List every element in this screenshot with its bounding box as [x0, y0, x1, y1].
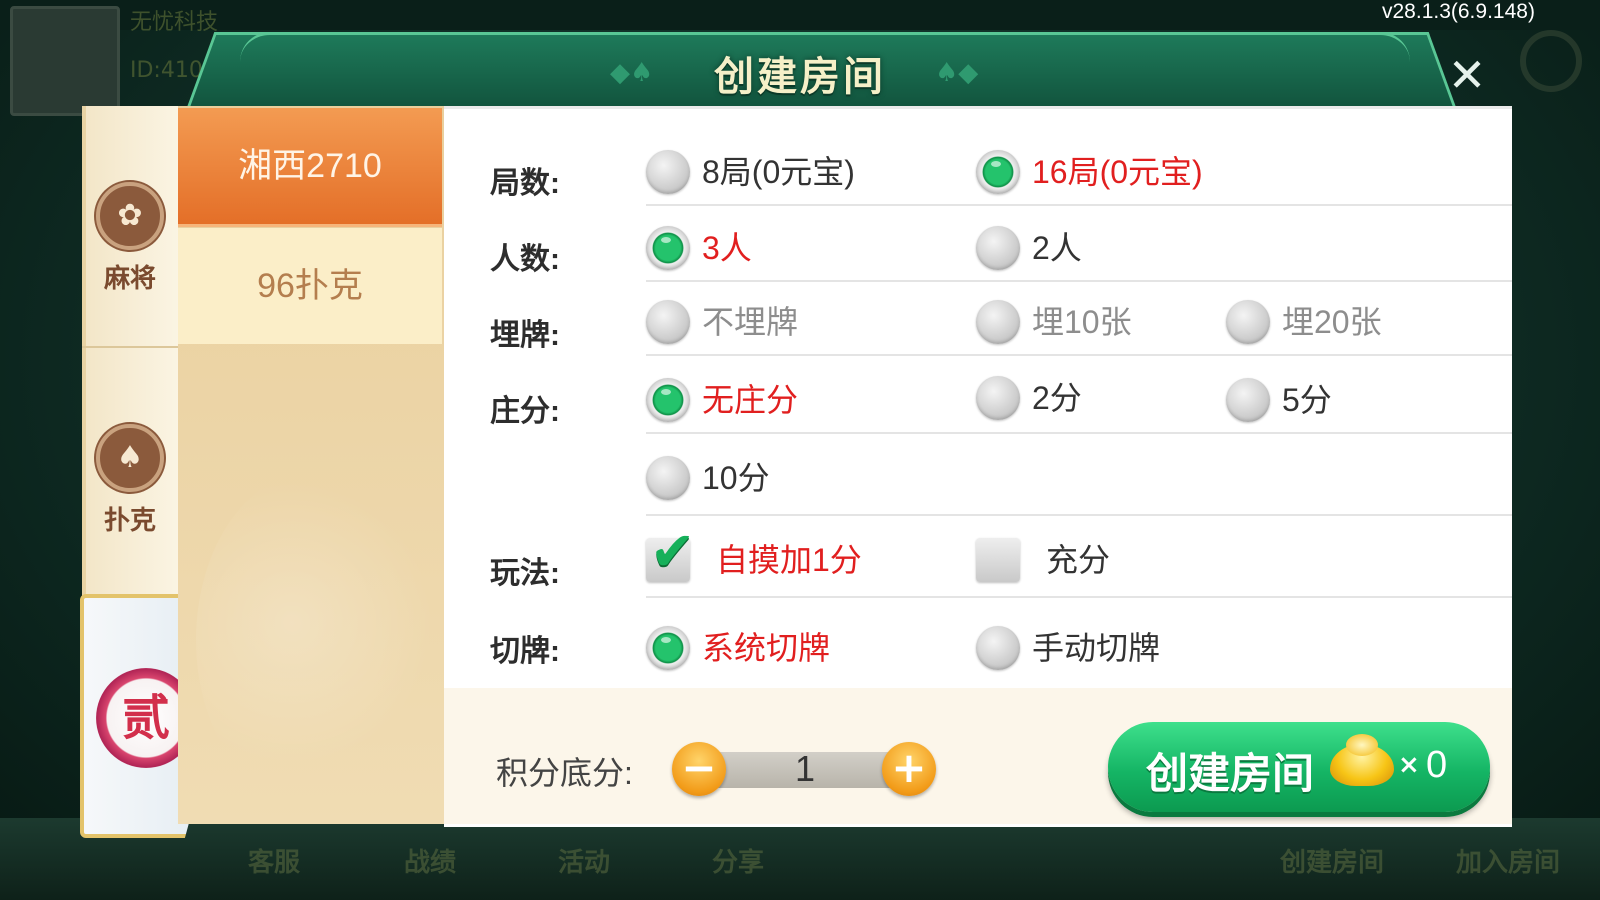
- option-text: 无庄分: [702, 382, 799, 418]
- radio-button: [976, 626, 1020, 670]
- row-divider: [646, 432, 1512, 434]
- mahjong-icon: ✿: [96, 182, 164, 250]
- category-label: 麻将: [103, 264, 156, 294]
- option-text: 系统切牌: [702, 630, 831, 666]
- row-divider: [646, 596, 1512, 598]
- option-text: 埋20张: [1282, 304, 1382, 340]
- category-label: 扑克: [103, 506, 156, 536]
- checkbox: [976, 538, 1020, 582]
- option-text: 8局(0元宝): [702, 154, 855, 190]
- row-divider: [646, 204, 1512, 206]
- radio-button: [646, 300, 690, 344]
- close-icon[interactable]: ✕: [1440, 48, 1494, 102]
- row-divider: [646, 354, 1512, 356]
- radio-button: [976, 226, 1020, 270]
- rail-divider: [82, 346, 178, 348]
- version-label: v28.1.3(6.9.148): [1382, 0, 1535, 23]
- banker-points-label: 庄分:: [490, 395, 560, 428]
- row-divider: [646, 280, 1512, 282]
- peony-decoration: [196, 470, 436, 810]
- nav-create-room: 创建房间: [1280, 848, 1385, 878]
- create-room-label: 创建房间: [1146, 750, 1315, 797]
- option-text: 自摸加1分: [716, 542, 862, 578]
- checkmark-icon: ✔: [650, 520, 696, 583]
- plus-icon[interactable]: +: [882, 742, 936, 796]
- radio-button: [1226, 378, 1270, 422]
- play-mode-label: 玩法:: [490, 557, 560, 590]
- nav-service: 客服: [248, 848, 301, 878]
- base-score-label: 积分底分:: [496, 755, 633, 791]
- gear-icon: [1520, 30, 1582, 92]
- spade-icon: ♠: [96, 424, 164, 492]
- option-text: 手动切牌: [1032, 630, 1161, 666]
- category-poker[interactable]: ♠ 扑克: [82, 424, 178, 537]
- nav-events: 活动: [558, 848, 611, 878]
- option-text: 埋10张: [1032, 304, 1132, 340]
- option-text: 3人: [702, 230, 752, 266]
- game-item-xiangxi2710[interactable]: 湘西2710: [178, 108, 442, 227]
- option-text: 不埋牌: [702, 304, 799, 340]
- lobby-top-bar: [0, 0, 1600, 30]
- nav-records: 战绩: [404, 848, 457, 878]
- cost-multiplier: ×: [1398, 750, 1420, 780]
- game-item-96-poker[interactable]: 96扑克: [178, 228, 442, 344]
- radio-button-selected: [646, 226, 690, 270]
- bury-label: 埋牌:: [490, 319, 560, 352]
- option-text: 2分: [1032, 380, 1082, 416]
- rounds-label: 局数:: [490, 167, 560, 200]
- radio-button: [976, 376, 1020, 420]
- cut-label: 切牌:: [490, 635, 560, 668]
- nav-join-room: 加入房间: [1456, 848, 1561, 878]
- radio-button: [646, 150, 690, 194]
- nav-share: 分享: [712, 848, 765, 878]
- option-text: 5分: [1282, 382, 1332, 418]
- radio-button: [646, 456, 690, 500]
- option-text: 充分: [1046, 542, 1111, 578]
- radio-button-selected: [976, 150, 1020, 194]
- row-divider: [646, 514, 1512, 516]
- base-score-value: 1: [794, 748, 816, 789]
- avatar: [10, 6, 120, 116]
- radio-button: [1226, 300, 1270, 344]
- gold-ingot-icon: [1330, 734, 1394, 786]
- radio-button-selected: [646, 378, 690, 422]
- room-cost-value: 0: [1426, 744, 1448, 786]
- radio-button: [976, 300, 1020, 344]
- option-text: 10分: [702, 460, 770, 496]
- radio-button-selected: [646, 626, 690, 670]
- dialog-title: 创建房间: [714, 54, 886, 100]
- minus-icon[interactable]: −: [672, 742, 726, 796]
- brand-text: 无忧科技: [130, 10, 219, 35]
- players-label: 人数:: [490, 243, 560, 276]
- category-mahjong[interactable]: ✿ 麻将: [82, 182, 178, 295]
- option-text: 2人: [1032, 230, 1082, 266]
- option-text: 16局(0元宝): [1032, 154, 1203, 190]
